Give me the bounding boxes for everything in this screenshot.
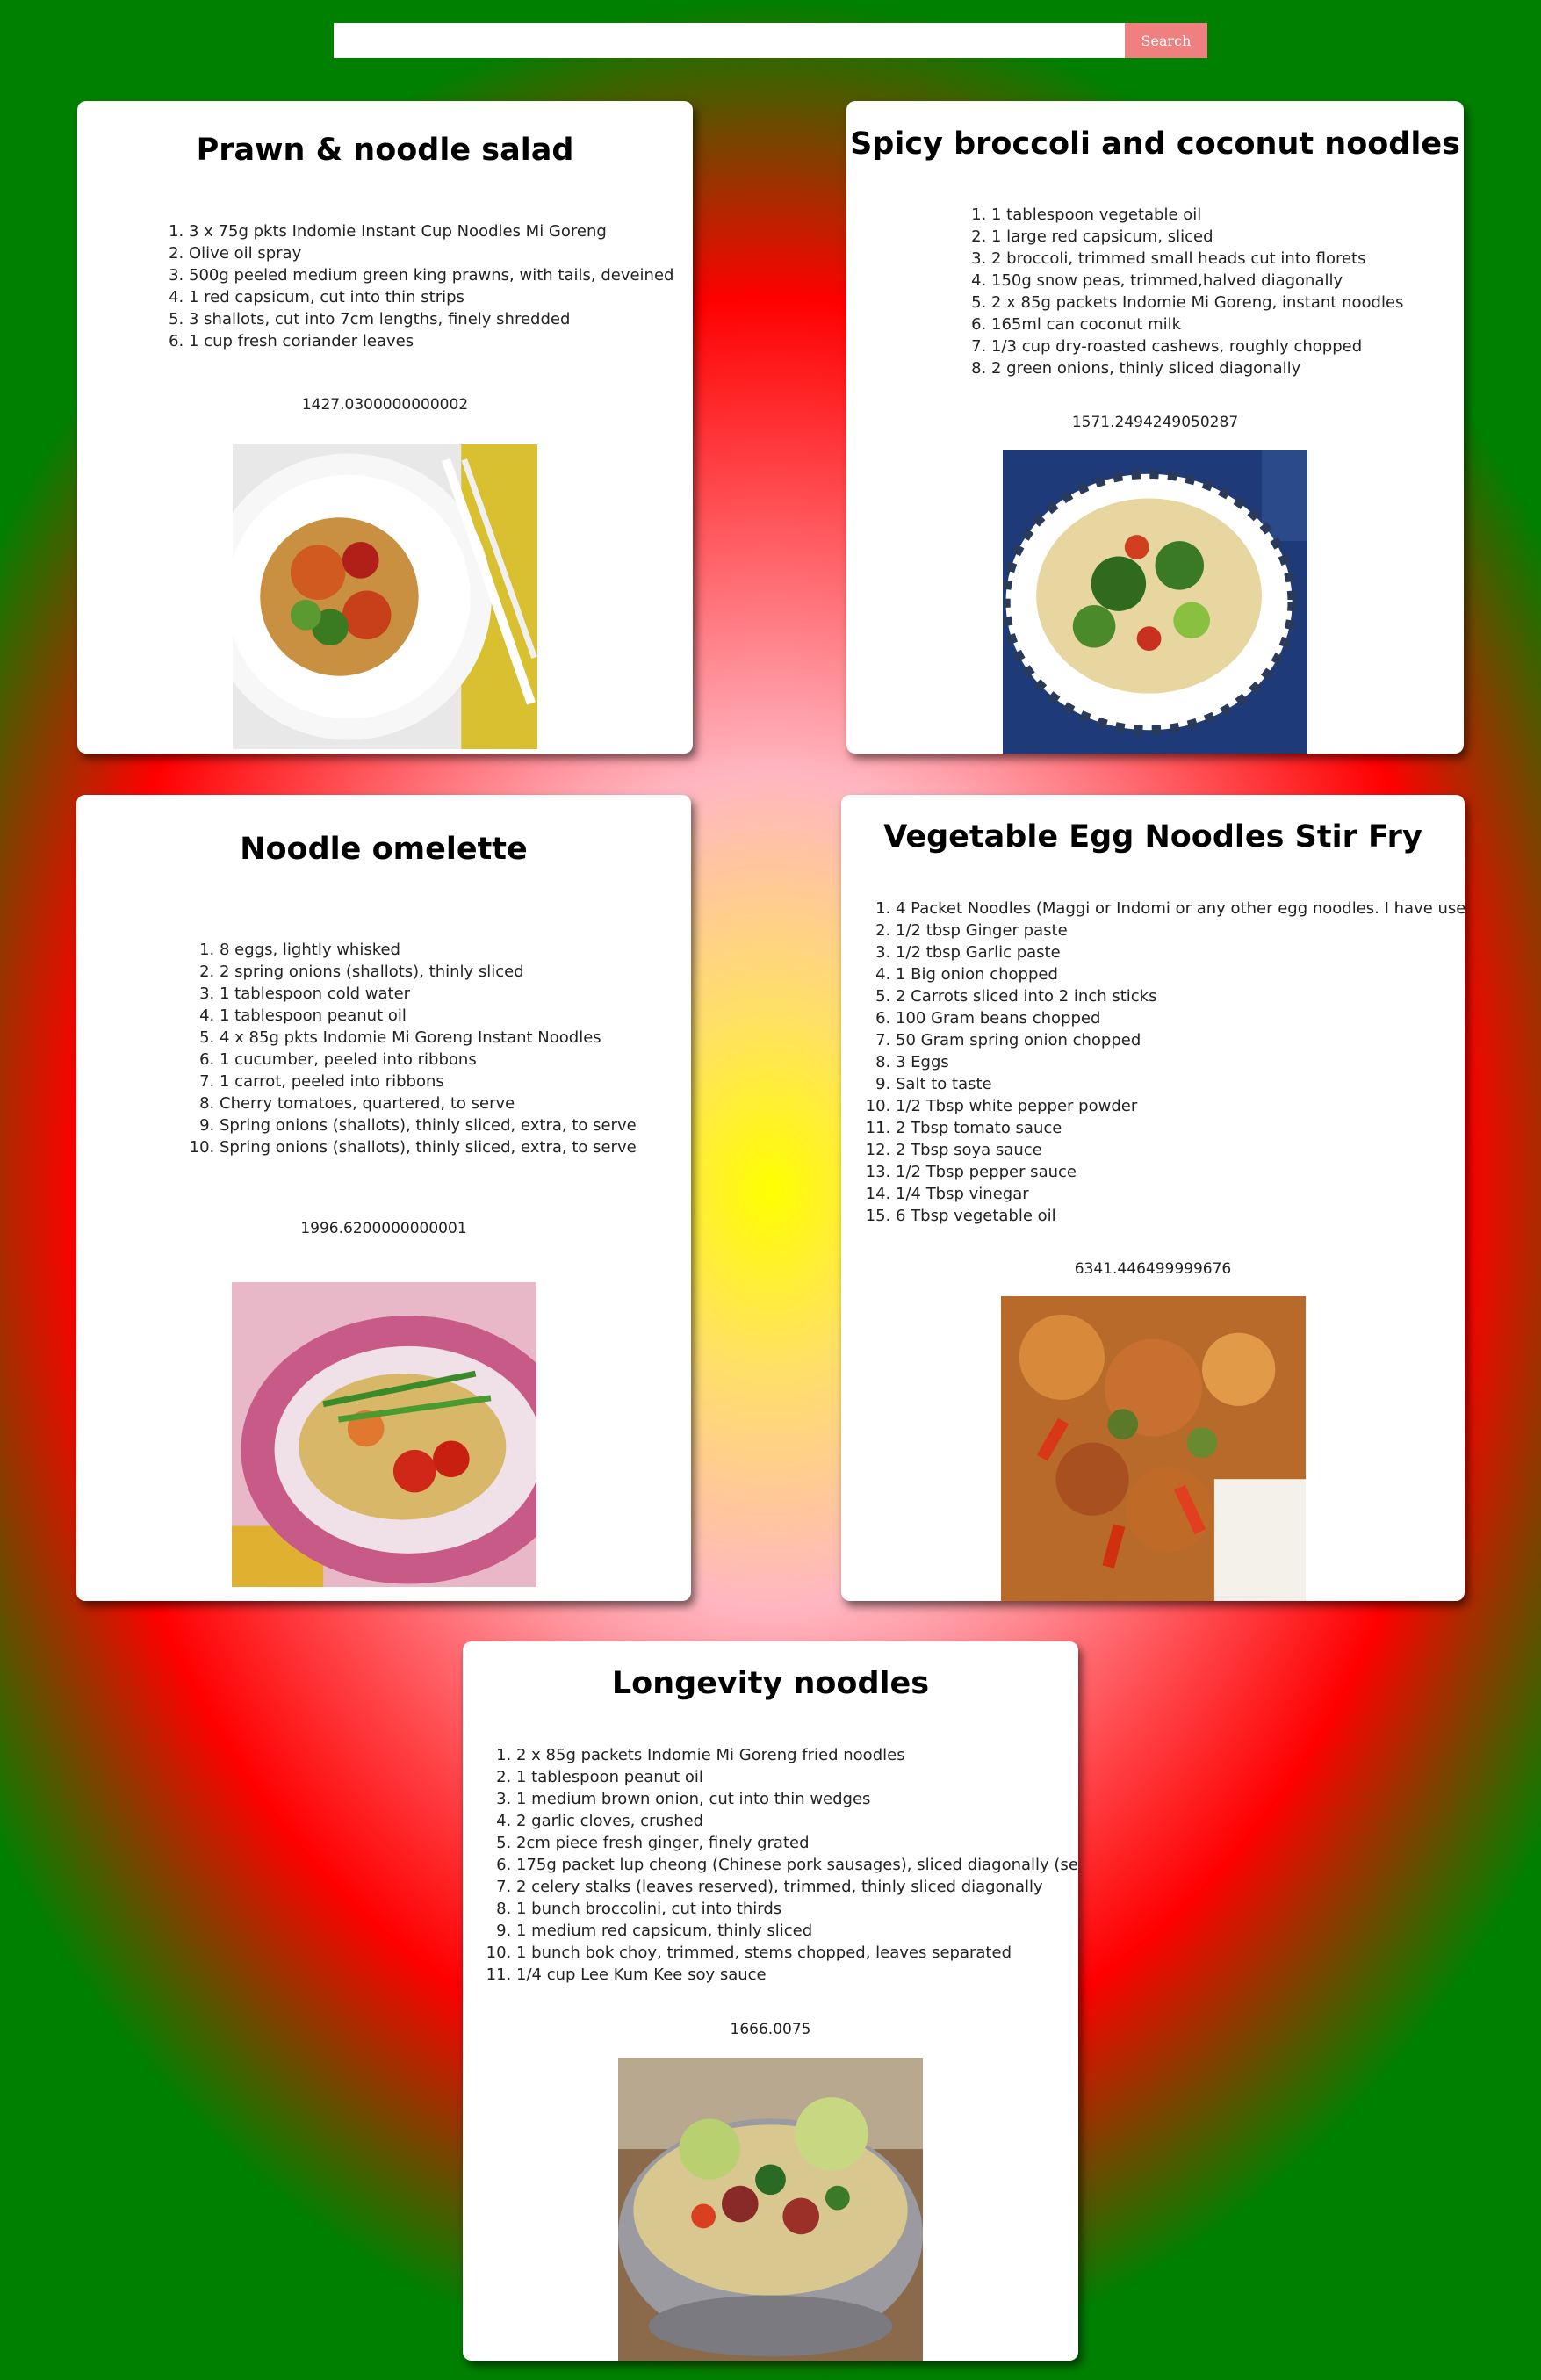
recipe-calories: 1571.2494249050287 bbox=[1071, 414, 1239, 431]
ingredient-item: Olive oil spray bbox=[189, 242, 673, 264]
ingredient-item: 1 cup fresh coriander leaves bbox=[189, 330, 673, 352]
recipe-card: Prawn & noodle salad 3 x 75g pkts Indomi… bbox=[77, 101, 693, 754]
ingredient-item: 2 Carrots sliced into 2 inch sticks bbox=[896, 985, 1465, 1007]
ingredient-item: 1 tablespoon peanut oil bbox=[516, 1766, 1078, 1788]
recipe-title: Longevity noodles bbox=[611, 1666, 930, 1701]
ingredient-item: 1/2 tbsp Garlic paste bbox=[896, 941, 1465, 963]
ingredient-item: 1 bunch broccolini, cut into thirds bbox=[516, 1898, 1078, 1920]
ingredient-list: 2 x 85g packets Indomie Mi Goreng fried … bbox=[481, 1744, 1078, 1986]
ingredient-item: 150g snow peas, trimmed,halved diagonall… bbox=[991, 270, 1403, 292]
ingredient-item: 175g packet lup cheong (Chinese pork sau… bbox=[516, 1854, 1078, 1876]
ingredient-item: 2 Tbsp soya sauce bbox=[896, 1139, 1465, 1161]
recipe-calories: 6341.446499999676 bbox=[1074, 1260, 1232, 1278]
ingredient-item: 2 x 85g packets Indomie Mi Goreng fried … bbox=[516, 1744, 1078, 1766]
ingredient-item: Salt to taste bbox=[896, 1073, 1465, 1095]
ingredient-item: 1/2 Tbsp white pepper powder bbox=[896, 1095, 1465, 1117]
ingredient-item: 500g peeled medium green king prawns, wi… bbox=[189, 264, 673, 286]
ingredient-list: 4 Packet Noodles (Maggi or Indomi or any… bbox=[861, 898, 1465, 1227]
recipe-card: Longevity noodles 2 x 85g packets Indomi… bbox=[463, 1641, 1078, 2361]
ingredient-item: 1/2 Tbsp pepper sauce bbox=[896, 1161, 1465, 1183]
ingredient-item: 2 Tbsp tomato sauce bbox=[896, 1117, 1465, 1139]
recipe-title: Prawn & noodle salad bbox=[196, 133, 574, 168]
ingredient-item: 1 carrot, peeled into ribbons bbox=[220, 1071, 637, 1093]
ingredient-item: 1/2 tbsp Ginger paste bbox=[896, 920, 1465, 941]
recipe-calories: 1666.0075 bbox=[730, 2021, 811, 2038]
ingredient-item: 1 cucumber, peeled into ribbons bbox=[220, 1049, 637, 1071]
broccoli-coconut-noodles-photo bbox=[1003, 450, 1307, 754]
longevity-noodles-photo bbox=[618, 2058, 923, 2361]
ingredient-item: 1/4 Tbsp vinegar bbox=[896, 1183, 1465, 1205]
ingredient-item: 1 tablespoon vegetable oil bbox=[991, 204, 1403, 226]
search-input[interactable] bbox=[334, 23, 1125, 58]
ingredient-item: 50 Gram spring onion chopped bbox=[896, 1029, 1465, 1051]
ingredient-item: 1 red capsicum, cut into thin strips bbox=[189, 286, 673, 308]
ingredient-item: 8 eggs, lightly whisked bbox=[220, 939, 637, 961]
recipe-calories: 1996.6200000000001 bbox=[300, 1220, 467, 1237]
ingredient-item: 6 Tbsp vegetable oil bbox=[896, 1205, 1465, 1227]
ingredient-item: 2 garlic cloves, crushed bbox=[516, 1810, 1078, 1832]
ingredient-item: 2 x 85g packets Indomie Mi Goreng, insta… bbox=[991, 292, 1403, 314]
ingredient-item: 2 spring onions (shallots), thinly slice… bbox=[220, 961, 637, 983]
search-button[interactable]: Search bbox=[1125, 23, 1207, 58]
ingredient-item: 3 Eggs bbox=[896, 1051, 1465, 1073]
ingredient-item: 4 x 85g pkts Indomie Mi Goreng Instant N… bbox=[220, 1027, 637, 1049]
ingredient-list: 3 x 75g pkts Indomie Instant Cup Noodles… bbox=[154, 220, 673, 352]
ingredient-item: 3 x 75g pkts Indomie Instant Cup Noodles… bbox=[189, 220, 673, 242]
ingredient-item: 165ml can coconut milk bbox=[991, 314, 1403, 335]
recipe-card: Vegetable Egg Noodles Stir Fry 4 Packet … bbox=[841, 795, 1465, 1601]
ingredient-item: 1 tablespoon peanut oil bbox=[220, 1005, 637, 1027]
ingredient-item: 1 medium brown onion, cut into thin wedg… bbox=[516, 1788, 1078, 1810]
ingredient-item: 1 bunch bok choy, trimmed, stems chopped… bbox=[516, 1942, 1078, 1964]
ingredient-list: 8 eggs, lightly whisked 2 spring onions … bbox=[184, 939, 637, 1158]
ingredient-item: 4 Packet Noodles (Maggi or Indomi or any… bbox=[896, 898, 1465, 920]
recipe-title: Noodle omelette bbox=[240, 832, 528, 867]
ingredient-item: 1 large red capsicum, sliced bbox=[991, 226, 1403, 248]
prawn-noodle-salad-photo bbox=[233, 444, 537, 749]
ingredient-item: Cherry tomatoes, quartered, to serve bbox=[220, 1093, 637, 1114]
ingredient-item: 3 shallots, cut into 7cm lengths, finely… bbox=[189, 308, 673, 330]
noodle-omelette-photo bbox=[232, 1282, 536, 1587]
recipe-card: Noodle omelette 8 eggs, lightly whisked … bbox=[76, 795, 691, 1601]
ingredient-item: Spring onions (shallots), thinly sliced,… bbox=[220, 1136, 637, 1158]
recipe-title: Vegetable Egg Noodles Stir Fry bbox=[883, 819, 1422, 855]
ingredient-item: 2cm piece fresh ginger, finely grated bbox=[516, 1832, 1078, 1854]
ingredient-item: 1 Big onion chopped bbox=[896, 963, 1465, 985]
ingredient-item: 2 celery stalks (leaves reserved), trimm… bbox=[516, 1876, 1078, 1898]
recipe-card: Spicy broccoli and coconut noodles 1 tab… bbox=[846, 101, 1464, 754]
ingredient-item: 2 green onions, thinly sliced diagonally bbox=[991, 357, 1403, 379]
ingredient-item: Spring onions (shallots), thinly sliced,… bbox=[220, 1114, 637, 1136]
recipe-calories: 1427.0300000000002 bbox=[301, 396, 469, 414]
ingredient-item: 1 medium red capsicum, thinly sliced bbox=[516, 1920, 1078, 1942]
vegetable-egg-noodles-photo bbox=[1001, 1296, 1306, 1601]
ingredient-list: 1 tablespoon vegetable oil 1 large red c… bbox=[956, 204, 1403, 379]
recipe-title: Spicy broccoli and coconut noodles bbox=[850, 126, 1460, 162]
search-bar: Search bbox=[334, 23, 1207, 58]
ingredient-item: 2 broccoli, trimmed small heads cut into… bbox=[991, 248, 1403, 270]
ingredient-item: 1/4 cup Lee Kum Kee soy sauce bbox=[516, 1964, 1078, 1986]
ingredient-item: 1/3 cup dry-roasted cashews, roughly cho… bbox=[991, 335, 1403, 357]
ingredient-item: 1 tablespoon cold water bbox=[220, 983, 637, 1005]
ingredient-item: 100 Gram beans chopped bbox=[896, 1007, 1465, 1029]
